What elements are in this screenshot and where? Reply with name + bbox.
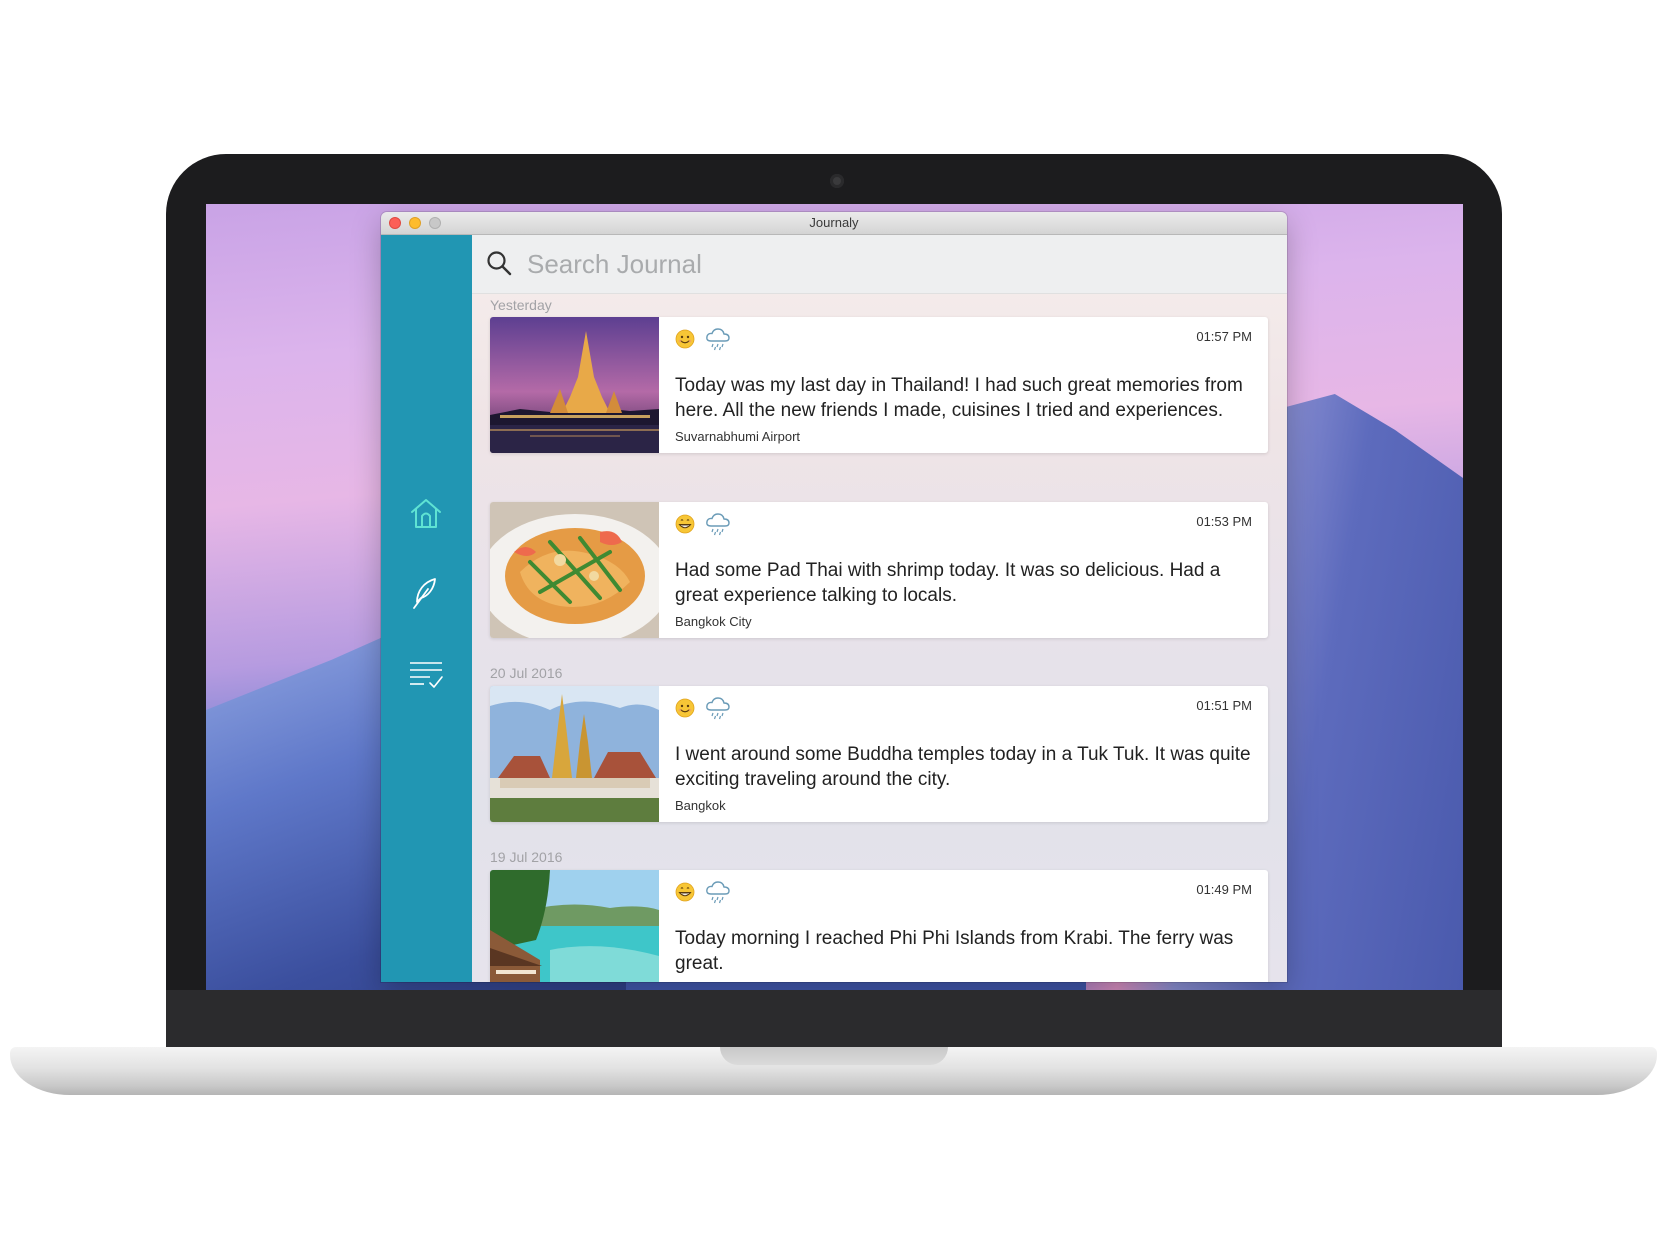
search-icon — [487, 251, 512, 276]
search-input[interactable] — [525, 243, 1269, 285]
entry-photo-temple-at-night — [490, 317, 659, 453]
journal-entry[interactable]: 01:49 PM Today morning I reached Phi Phi… — [490, 870, 1268, 982]
smiling-face-icon — [675, 329, 695, 349]
grinning-face-icon — [675, 514, 695, 534]
window-title: Journaly — [809, 215, 859, 230]
app-window: Journaly Search Journal Yesterday 01:57 … — [381, 212, 1287, 982]
laptop-lid-notch — [720, 1047, 948, 1065]
home-icon — [411, 499, 441, 528]
grinning-face-icon — [675, 882, 695, 902]
minimize-window-button[interactable] — [409, 217, 421, 229]
search-bar — [472, 235, 1287, 294]
laptop-bezel-bottom — [166, 990, 1502, 1050]
feather-icon — [413, 578, 436, 609]
journal-feed: Yesterday — [472, 235, 1287, 982]
date-header: Yesterday — [490, 297, 552, 313]
entry-location: Bangkok City — [675, 614, 752, 629]
entry-time: 01:53 PM — [1196, 514, 1252, 529]
camera — [830, 174, 844, 188]
desktop-wallpaper: Journaly Search Journal Yesterday 01:57 … — [206, 204, 1463, 990]
journal-entry[interactable]: 01:57 PM Today was my last day in Thaila… — [490, 317, 1268, 453]
entry-photo-buddha-temple — [490, 686, 659, 822]
entry-photo-pad-thai — [490, 502, 659, 638]
title-bar[interactable]: Journaly — [381, 212, 1287, 235]
rain-cloud-icon — [706, 697, 730, 720]
entry-photo-beach-resort — [490, 870, 659, 982]
entry-text: Today was my last day in Thailand! I had… — [675, 375, 1243, 421]
rain-cloud-icon — [706, 881, 730, 904]
smiling-face-icon — [675, 698, 695, 718]
sidebar-item-home[interactable] — [405, 492, 447, 534]
sidebar — [381, 235, 472, 982]
journal-entry[interactable]: 01:53 PM Had some Pad Thai with shrimp t… — [490, 502, 1268, 638]
entry-text: I went around some Buddha temples today … — [675, 744, 1251, 790]
entry-text: Today morning I reached Phi Phi Islands … — [675, 928, 1234, 974]
entry-time: 01:51 PM — [1196, 698, 1252, 713]
entry-time: 01:49 PM — [1196, 882, 1252, 897]
date-header: 20 Jul 2016 — [490, 665, 563, 681]
rain-cloud-icon — [706, 513, 730, 536]
entry-location: Bangkok — [675, 798, 726, 813]
close-window-button[interactable] — [389, 217, 401, 229]
rain-cloud-icon — [706, 328, 730, 351]
sidebar-item-write[interactable] — [405, 572, 447, 614]
checklist-icon — [410, 662, 443, 688]
entry-time: 01:57 PM — [1196, 329, 1252, 344]
date-header: 19 Jul 2016 — [490, 849, 563, 865]
entry-location: Suvarnabhumi Airport — [675, 429, 801, 444]
zoom-window-button[interactable] — [429, 217, 441, 229]
sidebar-item-tasks[interactable] — [405, 653, 447, 695]
entry-text: Had some Pad Thai with shrimp today. It … — [675, 560, 1221, 606]
journal-entry[interactable]: 01:51 PM I went around some Buddha templ… — [490, 686, 1268, 822]
